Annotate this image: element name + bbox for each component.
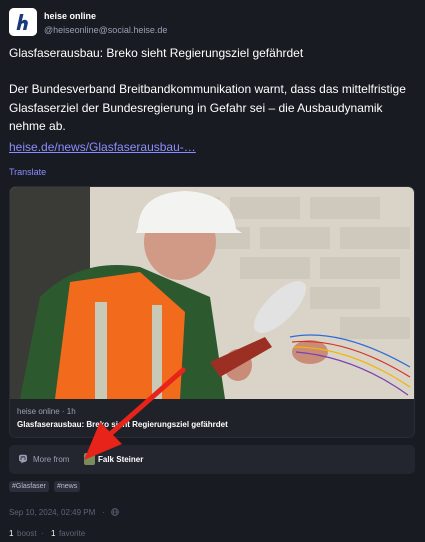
more-from-author[interactable]: More from Falk Steiner bbox=[9, 445, 415, 474]
translate-button[interactable]: Translate bbox=[9, 167, 46, 177]
meta-separator: · bbox=[102, 508, 105, 517]
post-title: Glasfaserausbau: Breko sieht Regierungsz… bbox=[9, 46, 304, 60]
hashtag-glasfaser[interactable]: #Glasfaser bbox=[9, 481, 49, 492]
card-title[interactable]: Glasfaserausbau: Breko sieht Regierungsz… bbox=[17, 420, 228, 429]
heise-logo-icon[interactable] bbox=[9, 8, 37, 36]
more-from-label: More from bbox=[33, 455, 70, 464]
post-timestamp[interactable]: Sep 10, 2024, 02:49 PM bbox=[9, 508, 95, 517]
favorite-count[interactable]: 1 bbox=[51, 529, 55, 538]
boost-label[interactable]: boost bbox=[17, 529, 37, 538]
post: heise online @heiseonline@social.heise.d… bbox=[0, 0, 425, 542]
article-link[interactable]: heise.de/news/Glasfaserausbau-… bbox=[9, 140, 196, 154]
mastodon-icon bbox=[19, 454, 27, 464]
author-name[interactable]: Falk Steiner bbox=[98, 455, 143, 464]
card-meta: heise online · 1h bbox=[17, 407, 76, 416]
favorite-label[interactable]: favorite bbox=[59, 529, 85, 538]
link-preview-card[interactable]: heise online · 1h Glasfaserausbau: Breko… bbox=[9, 186, 415, 438]
stats-separator: · bbox=[41, 529, 44, 538]
display-name[interactable]: heise online bbox=[44, 11, 96, 21]
boost-count[interactable]: 1 bbox=[9, 529, 13, 538]
author-avatar bbox=[84, 453, 95, 465]
account-handle[interactable]: @heiseonline@social.heise.de bbox=[44, 25, 167, 35]
hashtag-news[interactable]: #news bbox=[54, 481, 81, 492]
post-body: Der Bundesverband Breitbandkommunikation… bbox=[9, 82, 406, 133]
globe-icon bbox=[111, 508, 119, 516]
worker-fiber-photo bbox=[10, 187, 414, 399]
